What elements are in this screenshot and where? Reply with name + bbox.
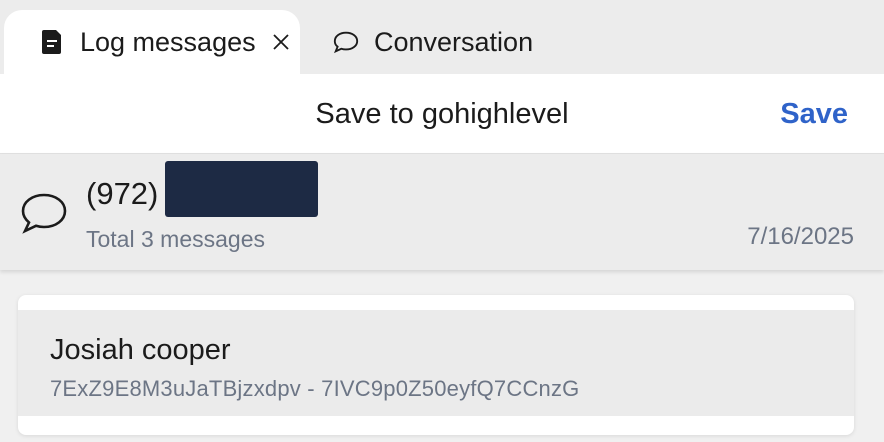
message-count: Total 3 messages	[86, 226, 265, 252]
contact-row[interactable]: Josiah cooper 7ExZ9E8M3uJaTBjzxdpv - 7IV…	[18, 310, 854, 416]
phone-number: (972)	[86, 176, 159, 211]
chat-bubble-icon	[20, 192, 68, 239]
conversation-date: 7/16/2025	[747, 223, 854, 250]
redacted-block	[165, 161, 318, 217]
toolbar-title: Save to gohighlevel	[315, 98, 569, 130]
contact-ids: 7ExZ9E8M3uJaTBjzxdpv - 7IVC9p0Z50eyfQ7CC…	[50, 376, 580, 401]
save-button[interactable]: Save	[780, 98, 848, 131]
tab-bar: Log messages Conversation	[0, 0, 884, 74]
chat-bubble-icon	[332, 28, 360, 56]
contact-card[interactable]: Josiah cooper 7ExZ9E8M3uJaTBjzxdpv - 7IV…	[18, 295, 854, 435]
save-toolbar: Save to gohighlevel Save	[0, 74, 884, 154]
close-icon[interactable]	[270, 31, 292, 53]
document-icon	[38, 28, 66, 56]
conversation-summary[interactable]: (972) Total 3 messages 7/16/2025	[0, 154, 884, 270]
tab-log-messages[interactable]: Log messages	[4, 10, 300, 74]
tab-conversation-label: Conversation	[374, 26, 534, 57]
contact-name: Josiah cooper	[50, 334, 231, 366]
tab-conversation[interactable]: Conversation	[332, 10, 612, 74]
tab-log-messages-label: Log messages	[80, 26, 256, 57]
